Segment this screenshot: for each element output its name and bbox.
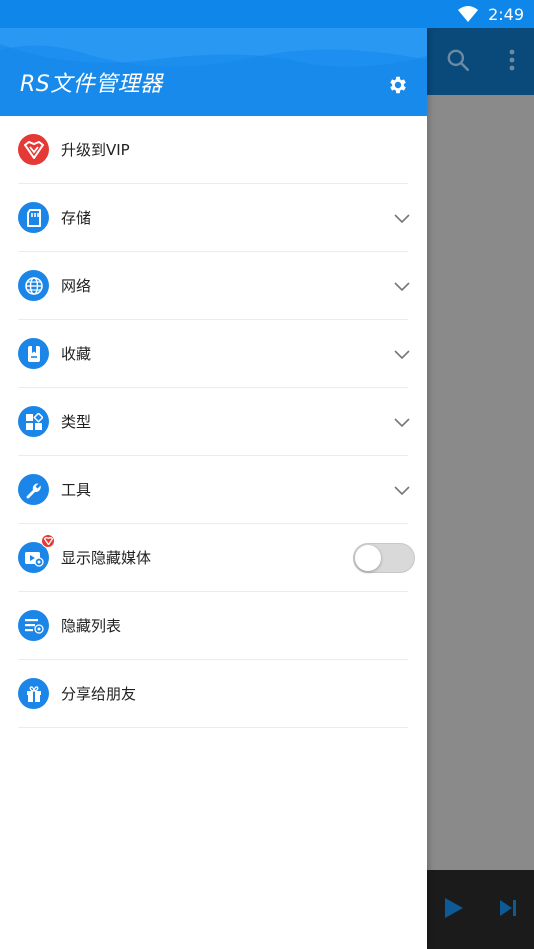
drawer-menu: 升级到VIP 存储 网络 收藏 类型 工具 显示隐藏媒体 隐藏列表 分享给朋友 <box>0 116 427 728</box>
menu-item-label: 网络 <box>61 277 92 295</box>
chevron-down-icon <box>394 214 410 224</box>
bookmark-icon <box>18 338 49 369</box>
screen: 2:49 RS文件管理器 升级到VIP 存储 网络 收藏 类型 工具 显示隐藏媒… <box>0 0 534 949</box>
gift-icon <box>18 678 49 709</box>
globe-icon <box>18 270 49 301</box>
categories-icon <box>18 406 49 437</box>
settings-button[interactable] <box>385 72 411 98</box>
status-bar: 2:49 <box>0 0 534 28</box>
chevron-down-icon <box>394 418 410 428</box>
menu-item-label: 类型 <box>61 413 92 431</box>
sd-card-icon <box>18 202 49 233</box>
search-icon[interactable] <box>445 47 471 77</box>
menu-item-label: 收藏 <box>61 345 92 363</box>
menu-item-upgrade-vip[interactable]: 升级到VIP <box>18 116 408 184</box>
wifi-icon <box>458 6 479 22</box>
menu-item-hidden-list[interactable]: 隐藏列表 <box>18 592 408 660</box>
hidden-media-icon <box>18 534 55 573</box>
status-time: 2:49 <box>488 4 524 24</box>
background-player-bar <box>427 870 534 949</box>
menu-item-tools[interactable]: 工具 <box>18 456 410 524</box>
show-hidden-media-toggle[interactable] <box>353 543 415 573</box>
menu-item-label: 显示隐藏媒体 <box>61 549 152 567</box>
vip-crown-icon <box>18 134 49 165</box>
play-icon[interactable] <box>443 896 465 924</box>
navigation-drawer: RS文件管理器 升级到VIP 存储 网络 收藏 类型 工具 显示隐藏媒体 隐藏列… <box>0 0 427 949</box>
vip-badge-icon <box>41 534 55 548</box>
menu-item-label: 工具 <box>61 481 92 499</box>
wrench-icon <box>18 474 49 505</box>
chevron-down-icon <box>394 282 410 292</box>
menu-item-label: 分享给朋友 <box>61 685 137 703</box>
background-toolbar <box>427 28 534 95</box>
background-content <box>427 95 534 870</box>
menu-item-favorites[interactable]: 收藏 <box>18 320 410 388</box>
menu-item-types[interactable]: 类型 <box>18 388 410 456</box>
menu-item-network[interactable]: 网络 <box>18 252 410 320</box>
hidden-list-icon <box>18 610 49 641</box>
toggle-knob <box>355 545 381 571</box>
menu-item-share[interactable]: 分享给朋友 <box>18 660 408 728</box>
menu-item-label: 存储 <box>61 209 92 227</box>
menu-item-show-hidden-media[interactable]: 显示隐藏媒体 <box>18 524 415 592</box>
chevron-down-icon <box>394 486 410 496</box>
menu-item-label: 隐藏列表 <box>61 617 122 635</box>
skip-next-icon[interactable] <box>498 898 518 922</box>
more-vert-icon[interactable] <box>508 48 516 76</box>
menu-item-storage[interactable]: 存储 <box>18 184 410 252</box>
app-title: RS文件管理器 <box>20 72 163 97</box>
chevron-down-icon <box>394 350 410 360</box>
gear-icon <box>390 76 406 94</box>
menu-item-label: 升级到VIP <box>61 141 130 159</box>
